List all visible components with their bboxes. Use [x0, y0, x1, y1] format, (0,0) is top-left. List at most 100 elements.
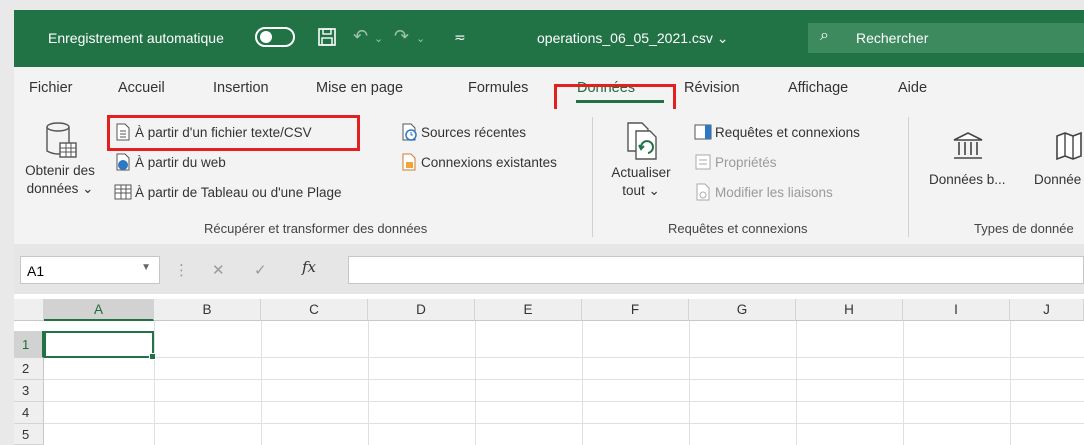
- existing-connections-label: Connexions existantes: [421, 154, 557, 170]
- confirm-icon[interactable]: ✓: [254, 261, 267, 279]
- grid-line: [368, 321, 369, 445]
- title-bar: Enregistrement automatique ↶ ⌄ ↷ ⌄ ≂ ope…: [14, 10, 1084, 67]
- existing-connections-button[interactable]: Connexions existantes: [400, 153, 557, 171]
- queries-connections-label: Requêtes et connexions: [715, 124, 860, 140]
- recent-sources-button[interactable]: Sources récentes: [400, 123, 526, 141]
- tab-revision[interactable]: Révision: [684, 80, 740, 96]
- insert-function-icon[interactable]: fx: [302, 258, 316, 276]
- group-label-data-types: Types de donnée: [974, 221, 1074, 236]
- grid-line: [1010, 321, 1011, 445]
- formula-input[interactable]: [348, 256, 1084, 284]
- database-table-icon[interactable]: [44, 121, 80, 161]
- get-data-label-1: Obtenir des: [25, 163, 95, 178]
- group-separator: [908, 117, 909, 237]
- highlight-from-text-csv: [107, 115, 360, 151]
- from-table-label: À partir de Tableau ou d'une Plage: [135, 184, 342, 200]
- redo-dropdown-icon[interactable]: ⌄: [416, 32, 425, 45]
- tab-insertion[interactable]: Insertion: [213, 80, 269, 96]
- name-box[interactable]: A1 ▼: [20, 256, 160, 284]
- row-header-2[interactable]: 2: [14, 358, 44, 380]
- grid-line: [796, 321, 797, 445]
- tab-aide[interactable]: Aide: [898, 80, 927, 96]
- properties-label: Propriétés: [715, 154, 777, 170]
- map-icon[interactable]: [1054, 131, 1084, 161]
- grid-line: [689, 321, 690, 445]
- customize-quick-access-icon[interactable]: ≂: [454, 29, 466, 46]
- properties-icon: [695, 154, 711, 170]
- search-box[interactable]: ⌕ Rechercher: [808, 23, 1084, 53]
- spreadsheet-grid: A B C D E F G H I J 1 2 3 4 5: [14, 294, 1084, 445]
- grid-line: [582, 321, 583, 445]
- queries-connections-button[interactable]: Requêtes et connexions: [694, 123, 860, 141]
- data-type-geo-label[interactable]: Donnée: [1034, 172, 1081, 187]
- row-header-3[interactable]: 3: [14, 380, 44, 402]
- fill-handle[interactable]: [149, 353, 156, 360]
- grid-line: [154, 321, 155, 445]
- refresh-all-button[interactable]: Actualiser tout ⌄: [596, 164, 686, 200]
- properties-button[interactable]: Propriétés: [694, 153, 777, 171]
- autosave-label: Enregistrement automatique: [48, 30, 224, 46]
- grid-line: [44, 379, 1084, 380]
- column-header-j[interactable]: J: [1010, 299, 1084, 321]
- grid-line: [261, 321, 262, 445]
- row-header-5[interactable]: 5: [14, 424, 44, 445]
- undo-dropdown-icon[interactable]: ⌄: [374, 32, 383, 45]
- more-options-icon: ⋮: [174, 262, 189, 279]
- bank-icon[interactable]: [952, 131, 984, 161]
- recent-sources-icon: [402, 123, 417, 141]
- toggle-knob: [260, 31, 272, 43]
- row-header-1[interactable]: 1: [14, 331, 44, 358]
- table-icon: [114, 184, 132, 200]
- autosave-toggle[interactable]: [255, 27, 295, 47]
- row-header-4[interactable]: 4: [14, 402, 44, 424]
- connections-icon: [402, 153, 416, 171]
- grid-line: [475, 321, 476, 445]
- formula-bar: A1 ▼ ⋮ ✕ ✓ fx: [14, 244, 1084, 294]
- redo-icon[interactable]: ↷: [394, 26, 409, 47]
- grid-line: [44, 423, 1084, 424]
- column-header-h[interactable]: H: [796, 299, 903, 321]
- column-header-b[interactable]: B: [154, 299, 261, 321]
- column-header-g[interactable]: G: [689, 299, 796, 321]
- ribbon-donnees: Obtenir des données ⌄ À partir d'un fich…: [14, 109, 1084, 245]
- column-header-c[interactable]: C: [261, 299, 368, 321]
- refresh-label-2: tout ⌄: [622, 183, 660, 198]
- group-separator: [592, 117, 593, 237]
- tab-mise-en-page[interactable]: Mise en page: [316, 80, 403, 96]
- ribbon-tabs: Fichier Accueil Insertion Mise en page F…: [14, 67, 1084, 109]
- edit-links-button[interactable]: Modifier les liaisons: [694, 183, 833, 201]
- cancel-icon[interactable]: ✕: [212, 261, 225, 279]
- from-web-button[interactable]: À partir du web: [114, 153, 226, 171]
- save-icon[interactable]: [317, 27, 337, 47]
- active-cell-a1[interactable]: [44, 331, 156, 360]
- grid-line: [44, 357, 1084, 358]
- refresh-label-1: Actualiser: [611, 165, 671, 180]
- name-box-value: A1: [27, 263, 45, 279]
- column-header-i[interactable]: I: [903, 299, 1010, 321]
- edit-links-icon: [696, 183, 710, 201]
- tab-affichage[interactable]: Affichage: [788, 80, 848, 96]
- tab-fichier[interactable]: Fichier: [29, 80, 73, 96]
- refresh-all-icon[interactable]: [624, 121, 660, 161]
- column-header-a[interactable]: A: [44, 299, 154, 321]
- tab-formules[interactable]: Formules: [468, 80, 528, 96]
- edit-links-label: Modifier les liaisons: [715, 184, 833, 200]
- chevron-down-icon[interactable]: ▼: [141, 262, 151, 273]
- from-web-label: À partir du web: [135, 154, 226, 170]
- from-table-button[interactable]: À partir de Tableau ou d'une Plage: [114, 183, 341, 201]
- group-label-queries: Requêtes et connexions: [668, 221, 808, 236]
- grid-line: [44, 401, 1084, 402]
- data-type-stocks-label[interactable]: Données b...: [929, 172, 1006, 187]
- tab-accueil[interactable]: Accueil: [118, 80, 165, 96]
- select-all-corner[interactable]: [14, 299, 44, 321]
- group-label-get-transform: Récupérer et transformer des données: [204, 221, 428, 236]
- undo-icon[interactable]: ↶: [353, 26, 368, 47]
- column-header-f[interactable]: F: [582, 299, 689, 321]
- get-data-label-2: données ⌄: [26, 181, 94, 196]
- web-icon: [116, 153, 130, 171]
- get-data-button[interactable]: Obtenir des données ⌄: [18, 162, 102, 198]
- search-icon: ⌕: [820, 27, 829, 44]
- column-header-e[interactable]: E: [475, 299, 582, 321]
- file-name[interactable]: operations_06_05_2021.csv ⌄: [537, 30, 729, 47]
- column-header-d[interactable]: D: [368, 299, 475, 321]
